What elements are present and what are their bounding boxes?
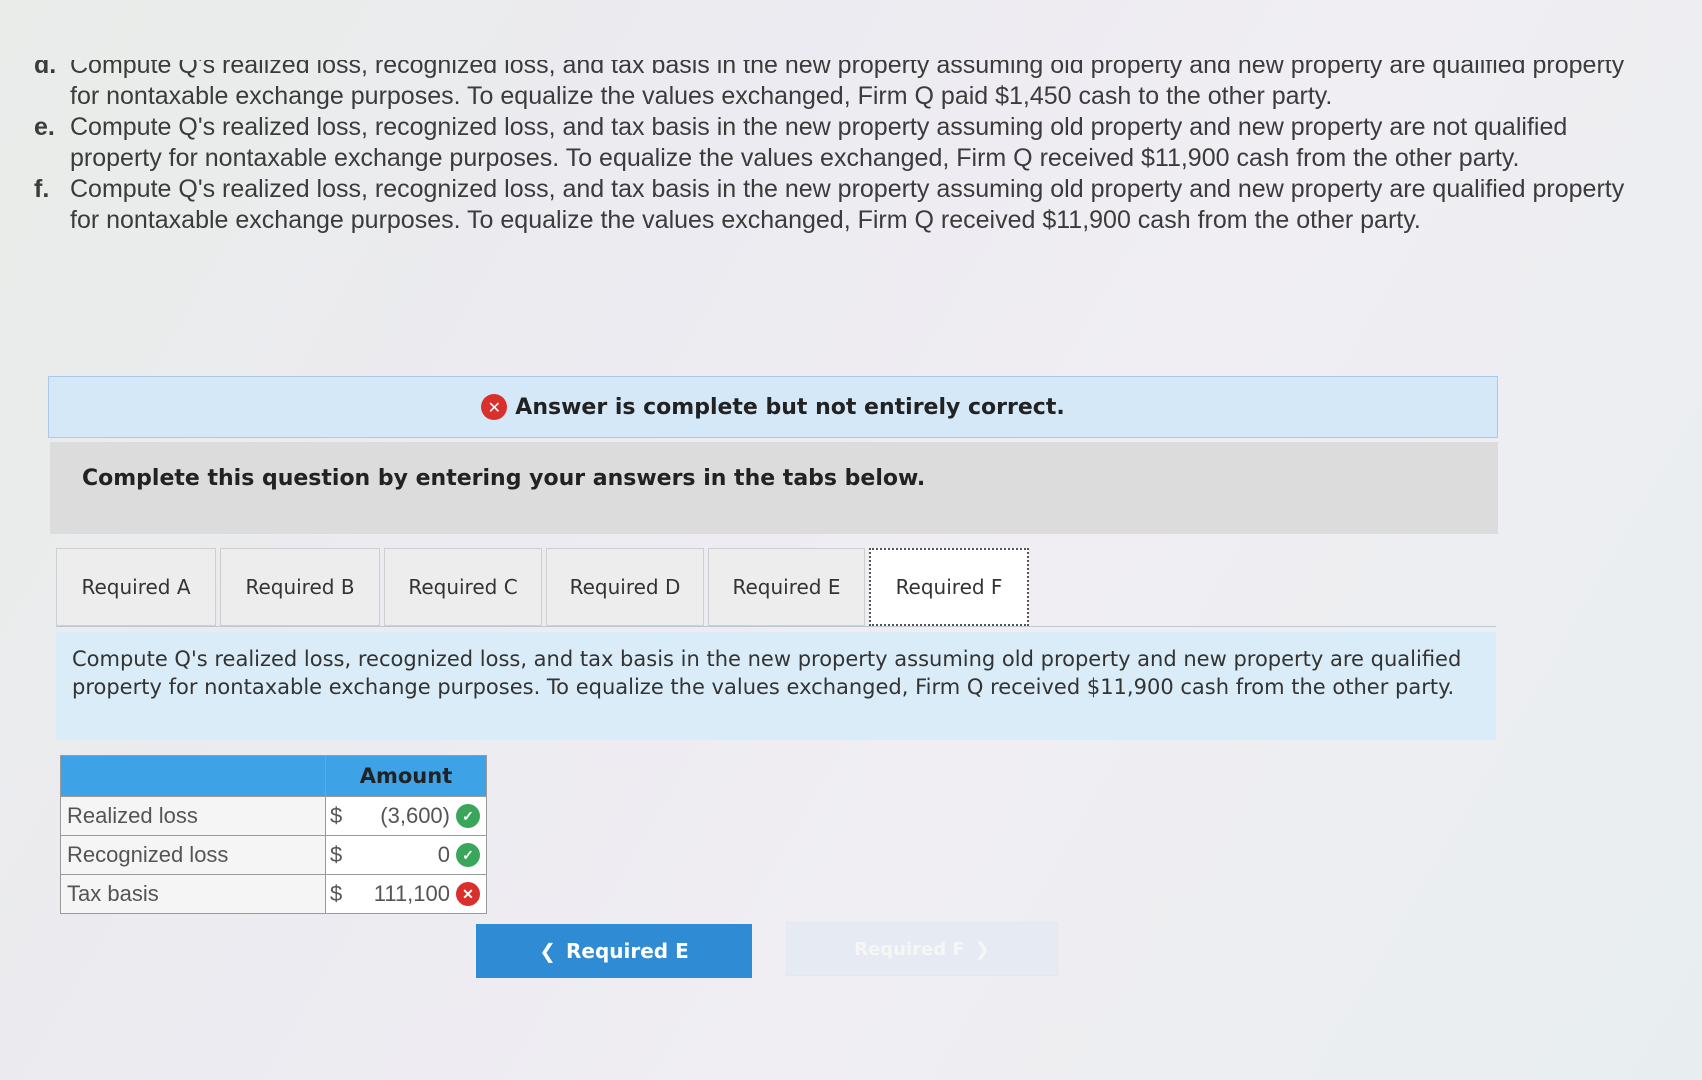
- next-required-button[interactable]: Required F ❯: [786, 922, 1058, 976]
- tab-required-a[interactable]: Required A: [56, 548, 216, 626]
- table-row: Tax basis $ 111,100 ✕: [60, 874, 487, 914]
- row-label-realized-loss: Realized loss: [60, 796, 326, 836]
- recognized-loss-cell[interactable]: $ 0 ✓: [325, 835, 487, 875]
- table-row: Recognized loss $ 0 ✓: [60, 835, 487, 875]
- tab-label: Required F: [895, 575, 1003, 599]
- question-e-text: Compute Q's realized loss, recognized lo…: [70, 113, 1568, 172]
- question-d: d. Compute Q's realized loss, recognized…: [30, 51, 1630, 112]
- tab-required-b[interactable]: Required B: [220, 548, 380, 626]
- table-header-amount: Amount: [325, 755, 487, 797]
- tab-label: Required A: [81, 575, 191, 599]
- answer-status-message: Answer is complete but not entirely corr…: [515, 394, 1065, 420]
- check-circle-icon: ✓: [456, 843, 480, 867]
- next-required-label: Required F: [854, 938, 965, 960]
- row-label-tax-basis: Tax basis: [60, 874, 326, 914]
- instruction-text: Complete this question by entering your …: [82, 466, 926, 491]
- tab-label: Required E: [732, 575, 841, 599]
- question-f-letter: f.: [34, 175, 50, 203]
- question-list: d. Compute Q's realized loss, recognized…: [30, 50, 1630, 236]
- question-f-text: Compute Q's realized loss, recognized lo…: [70, 175, 1625, 234]
- chevron-left-icon: ❮: [539, 939, 556, 963]
- tax-basis-input[interactable]: 111,100: [342, 881, 456, 907]
- tab-divider: [56, 626, 1496, 627]
- prev-required-label: Required E: [566, 939, 689, 963]
- question-e-letter: e.: [34, 113, 55, 141]
- currency-symbol: $: [330, 881, 343, 906]
- required-f-prompt-text: Compute Q's realized loss, recognized lo…: [72, 647, 1462, 699]
- tab-label: Required B: [245, 575, 355, 599]
- tab-required-c[interactable]: Required C: [384, 548, 542, 626]
- realized-loss-input[interactable]: (3,600): [342, 803, 456, 829]
- tab-label: Required D: [569, 575, 681, 599]
- check-circle-icon: ✓: [456, 804, 480, 828]
- tab-label: Required C: [408, 575, 518, 599]
- prev-required-button[interactable]: ❮ Required E: [476, 924, 752, 978]
- table-header-row: Amount: [60, 755, 487, 797]
- tab-required-d[interactable]: Required D: [546, 548, 704, 626]
- tax-basis-cell[interactable]: $ 111,100 ✕: [325, 874, 487, 914]
- recognized-loss-input[interactable]: 0: [342, 842, 456, 868]
- realized-loss-cell[interactable]: $ (3,600) ✓: [325, 796, 487, 836]
- required-f-prompt: Compute Q's realized loss, recognized lo…: [56, 632, 1496, 740]
- question-d-text: Compute Q's realized loss, recognized lo…: [70, 51, 1625, 110]
- required-tabs: Required A Required B Required C Require…: [56, 548, 1033, 628]
- answer-table: Amount Realized loss $ (3,600) ✓ Recogni…: [60, 755, 487, 914]
- table-row: Realized loss $ (3,600) ✓: [60, 796, 487, 836]
- table-header-blank: [60, 755, 326, 797]
- currency-symbol: $: [330, 842, 343, 867]
- chevron-right-icon: ❯: [974, 938, 990, 960]
- question-e: e. Compute Q's realized loss, recognized…: [30, 112, 1630, 174]
- row-label-recognized-loss: Recognized loss: [60, 835, 326, 875]
- x-circle-icon: ✕: [456, 882, 480, 906]
- instruction-panel: Complete this question by entering your …: [50, 442, 1498, 534]
- question-d-letter: d.: [34, 51, 57, 79]
- tab-required-f[interactable]: Required F: [869, 548, 1029, 626]
- currency-symbol: $: [330, 803, 343, 828]
- x-circle-icon: ✕: [481, 394, 508, 420]
- answer-status-banner: ✕ Answer is complete but not entirely co…: [48, 376, 1498, 438]
- question-f: f. Compute Q's realized loss, recognized…: [30, 174, 1630, 236]
- tab-required-e[interactable]: Required E: [708, 548, 865, 626]
